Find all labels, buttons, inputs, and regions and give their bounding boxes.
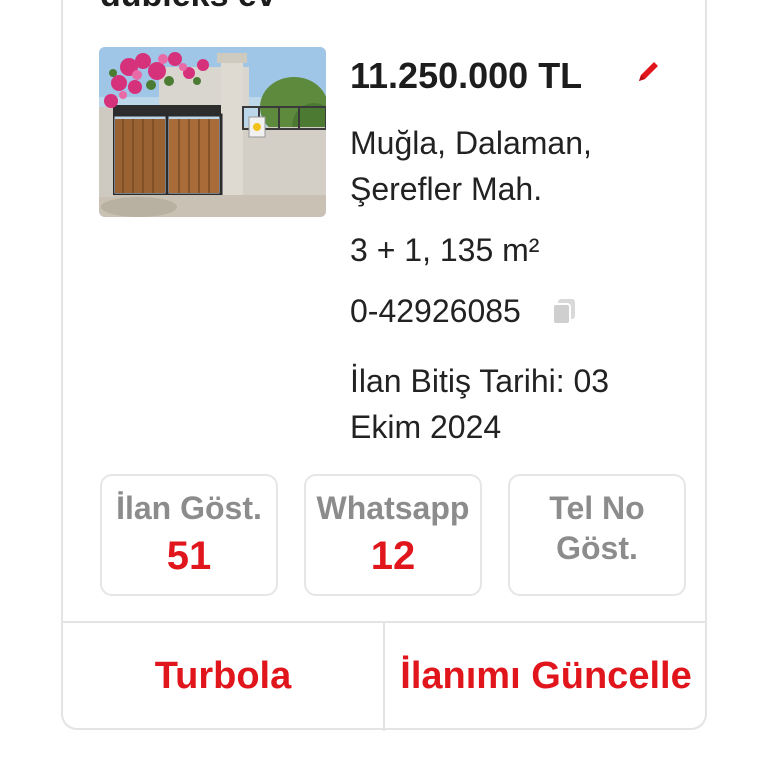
- stat-whatsapp-label: Whatsapp: [316, 490, 470, 526]
- listing-location: Muğla, Dalaman,: [350, 125, 592, 161]
- pencil-icon[interactable]: [634, 58, 662, 86]
- listing-photo[interactable]: [99, 47, 326, 217]
- stat-phone-label-cont: Göst.: [556, 530, 638, 566]
- stat-views-value: 51: [166, 534, 212, 578]
- listing-price: 11.250.000 TL: [350, 55, 583, 96]
- turbola-button[interactable]: Turbola: [63, 623, 383, 729]
- listing-end-date-cont: Ekim 2024: [350, 409, 502, 445]
- stat-phone-label: Tel No: [549, 490, 645, 526]
- house-gate-photo: [99, 47, 326, 217]
- listing-title: dubleks ev: [100, 0, 276, 12]
- update-listing-button[interactable]: İlanımı Güncelle: [385, 623, 707, 729]
- stat-phone-views[interactable]: Tel No Göst.: [508, 474, 686, 596]
- stat-whatsapp[interactable]: Whatsapp 12: [304, 474, 482, 596]
- stat-views[interactable]: İlan Göst. 51: [100, 474, 278, 596]
- copy-icon[interactable]: [549, 296, 579, 326]
- listing-location-district: Şerefler Mah.: [350, 171, 543, 207]
- listing-size: 3 + 1, 135 m²: [350, 232, 540, 268]
- listing-id: 0-42926085: [350, 293, 521, 329]
- stat-views-label: İlan Göst.: [116, 490, 262, 526]
- stat-whatsapp-value: 12: [370, 534, 416, 578]
- listing-end-date: İlan Bitiş Tarihi: 03: [350, 363, 610, 399]
